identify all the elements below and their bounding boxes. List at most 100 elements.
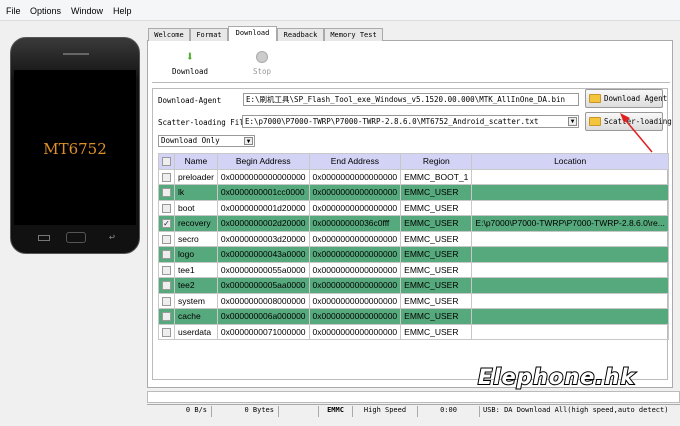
column-header-name[interactable]: Name: [174, 153, 218, 170]
tab-readback[interactable]: Readback: [277, 28, 324, 41]
cell-name: userdata: [174, 323, 218, 340]
cell-name: logo: [174, 246, 218, 263]
cell-begin-address: 0x0000000001cc0000: [216, 184, 310, 201]
cell-region: EMMC_USER: [400, 292, 473, 309]
cell-location: [471, 308, 669, 325]
menu-bar: File Options Window Help: [0, 0, 680, 21]
cell-name: tee1: [174, 261, 218, 278]
menu-file[interactable]: File: [6, 6, 21, 16]
row-checkbox[interactable]: [158, 292, 175, 309]
cell-location: [471, 277, 669, 294]
table-row[interactable]: tee1 0x00000000055a0000 0x0000000000000000…: [158, 261, 669, 278]
cell-location: [471, 261, 669, 278]
cell-name: lk: [174, 184, 218, 201]
cell-name: tee2: [174, 277, 218, 294]
table-row[interactable]: boot 0x0000000001d20000 0x0000000000000000…: [158, 199, 669, 216]
cell-location: [471, 199, 669, 216]
cell-end-address: 0x0000000000000000: [308, 199, 402, 216]
scatter-path-select[interactable]: E:\p7000\P7000-TWRP\P7000-TWRP-2.8.6.0\M…: [242, 115, 579, 128]
row-checkbox[interactable]: [158, 246, 175, 263]
back-key-icon: ↩: [109, 232, 116, 243]
download-button[interactable]: ⬇ Download: [170, 50, 210, 76]
row-checkbox[interactable]: [158, 168, 175, 185]
cell-region: EMMC_BOOT_1: [400, 168, 473, 185]
table-row[interactable]: userdata 0x0000000071000000 0x000000000000…: [158, 323, 669, 340]
table-row[interactable]: secro 0x0000000003d20000 0x000000000000000…: [158, 230, 669, 247]
menu-help[interactable]: Help: [113, 6, 132, 16]
download-arrow-icon: ⬇: [185, 49, 195, 65]
row-checkbox[interactable]: ✓: [158, 215, 175, 232]
cell-name: preloader: [174, 168, 218, 185]
column-header-end[interactable]: End Address: [308, 153, 402, 170]
cell-begin-address: 0x0000000071000000: [216, 323, 310, 340]
cell-location: [471, 184, 669, 201]
column-header-begin[interactable]: Begin Address: [216, 153, 310, 170]
cell-end-address: 0x0000000000000000: [308, 292, 402, 309]
stop-button[interactable]: Stop: [245, 50, 279, 76]
cell-end-address: 0x0000000000000000: [308, 308, 402, 325]
da-label: Download-Agent: [158, 96, 222, 105]
cell-name: cache: [174, 308, 218, 325]
cell-begin-address: 0x0000000008000000: [216, 292, 310, 309]
cell-location: E:\p7000\P7000-TWRP\P7000-TWRP-2.8.6.0\r…: [471, 215, 669, 232]
da-path-field[interactable]: E:\刷机工具\SP_Flash_Tool_exe_Windows_v5.152…: [243, 93, 579, 106]
cell-region: EMMC_USER: [400, 277, 473, 294]
chevron-down-icon: ▼: [568, 117, 577, 126]
cell-name: recovery: [174, 215, 218, 232]
column-header-location[interactable]: Location: [471, 153, 669, 170]
cell-begin-address: 0x0000000002d20000: [216, 215, 310, 232]
scatter-path-value: E:\p7000\P7000-TWRP\P7000-TWRP-2.8.6.0\M…: [245, 117, 539, 126]
download-agent-label: Download Agent: [604, 94, 668, 103]
status-storage: EMMC: [319, 406, 353, 417]
status-speed: 0 B/s: [147, 406, 212, 417]
table-row[interactable]: logo 0x00000000043a0000 0x0000000000000000…: [158, 246, 669, 263]
stop-icon: [256, 51, 268, 63]
status-mode: High Speed: [353, 406, 418, 417]
row-checkbox[interactable]: [158, 184, 175, 201]
cell-region: EMMC_USER: [400, 323, 473, 340]
scatter-label: Scatter-loading File: [158, 118, 249, 127]
column-header-region[interactable]: Region: [400, 153, 473, 170]
cell-location: [471, 230, 669, 247]
table-row[interactable]: cache 0x000000006a000000 0x000000000000000…: [158, 308, 669, 325]
watermark: Elephone.hk: [477, 364, 636, 390]
cell-begin-address: 0x0000000000000000: [216, 168, 310, 185]
row-checkbox[interactable]: [158, 261, 175, 278]
cell-begin-address: 0x00000000055a0000: [216, 261, 310, 278]
menu-window[interactable]: Window: [71, 6, 103, 16]
table-row[interactable]: tee2 0x0000000005aa0000 0x0000000000000000…: [158, 277, 669, 294]
tab-memory-test[interactable]: Memory Test: [324, 28, 383, 41]
row-checkbox[interactable]: [158, 308, 175, 325]
row-checkbox[interactable]: [158, 323, 175, 340]
tab-download[interactable]: Download: [228, 26, 277, 41]
table-row[interactable]: preloader 0x0000000000000000 0x00000000000…: [158, 168, 669, 185]
folder-icon: [589, 94, 601, 103]
row-checkbox[interactable]: [158, 230, 175, 247]
menu-options[interactable]: Options: [30, 6, 61, 16]
row-checkbox[interactable]: [158, 199, 175, 216]
row-checkbox[interactable]: [158, 277, 175, 294]
cell-end-address: 0x0000000000000000: [308, 230, 402, 247]
cell-name: system: [174, 292, 218, 309]
cell-begin-address: 0x00000000043a0000: [216, 246, 310, 263]
table-row[interactable]: lk 0x0000000001cc0000 0x0000000000000000 EM…: [158, 184, 669, 201]
cell-name: boot: [174, 199, 218, 216]
tab-welcome[interactable]: Welcome: [148, 28, 190, 41]
cell-region: EMMC_USER: [400, 246, 473, 263]
download-agent-button[interactable]: Download Agent: [585, 89, 667, 108]
select-all-checkbox[interactable]: [158, 153, 175, 170]
cell-region: EMMC_USER: [400, 230, 473, 247]
mode-value: Download Only: [161, 136, 220, 145]
cell-end-address: 0x0000000000000000: [308, 168, 402, 185]
cell-end-address: 0x0000000000000000: [308, 184, 402, 201]
status-time: 0:00: [418, 406, 480, 417]
divider: [152, 82, 670, 83]
table-row[interactable]: system 0x0000000008000000 0x00000000000000…: [158, 292, 669, 309]
red-arrow-annotation: [620, 113, 653, 153]
mode-select[interactable]: Download Only ▼: [158, 135, 255, 147]
chip-label: MT6752: [43, 140, 107, 158]
tab-format[interactable]: Format: [190, 28, 228, 41]
table-row[interactable]: ✓ recovery 0x0000000002d20000 0x00000000036…: [158, 215, 669, 232]
cell-end-address: 0x0000000000000000: [308, 277, 402, 294]
cell-region: EMMC_USER: [400, 184, 473, 201]
